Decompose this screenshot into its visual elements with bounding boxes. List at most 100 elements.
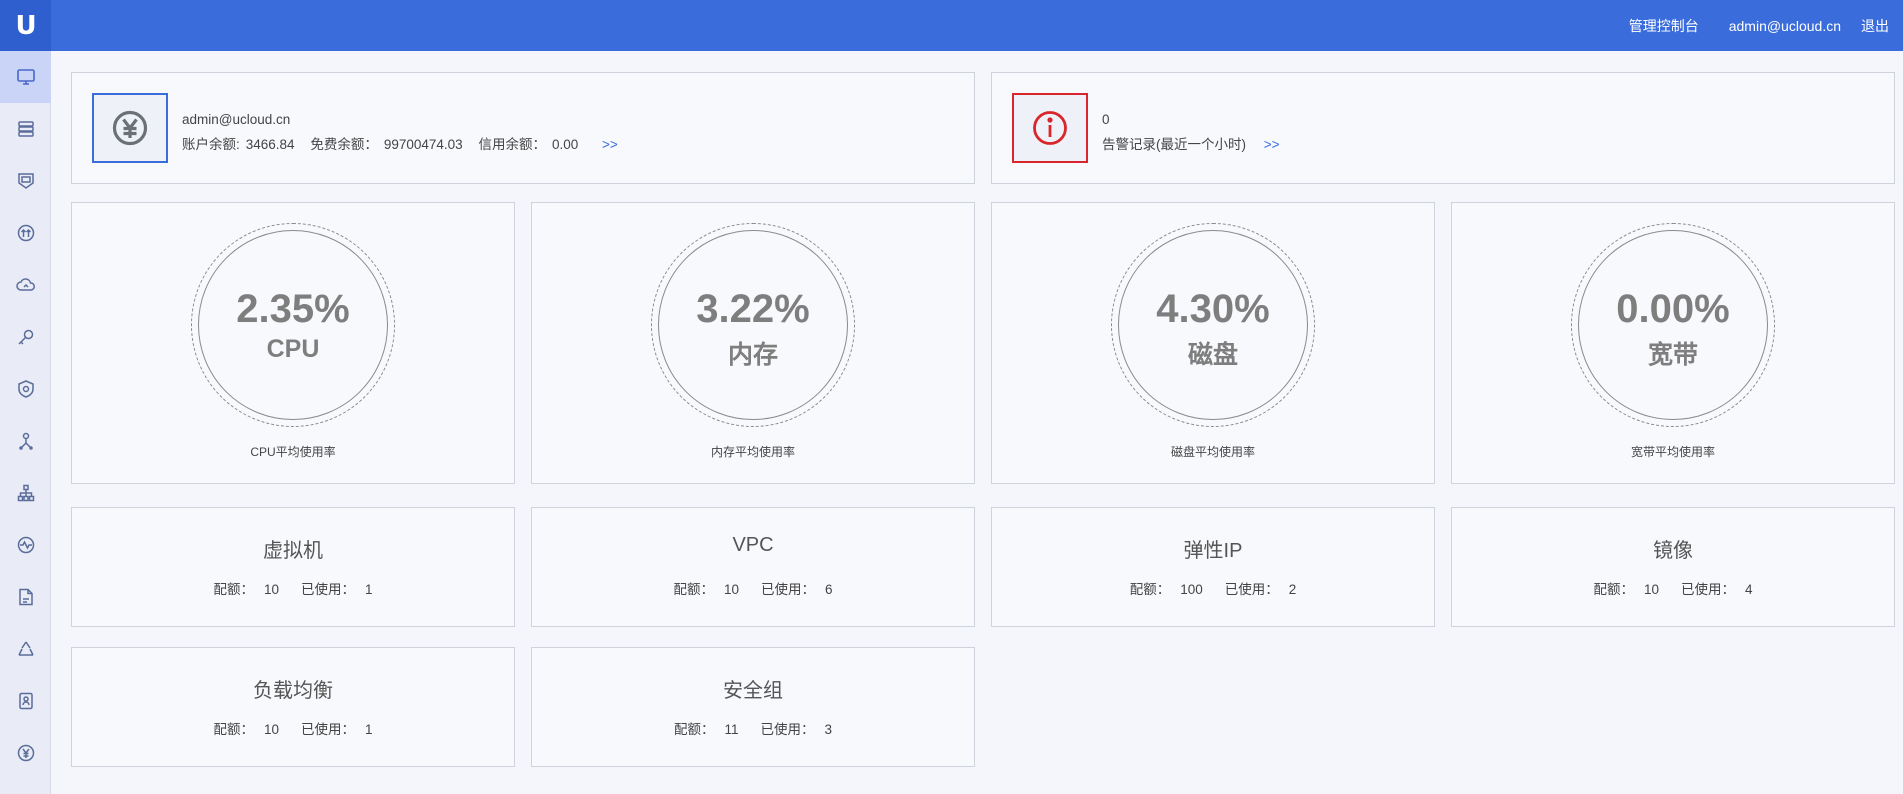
quota-label: 配额： [1593,582,1634,597]
used-value: 1 [365,582,373,597]
contact-card-icon [18,692,33,710]
quota-label: 配额： [673,582,714,597]
sidebar [0,51,51,794]
quota-card-vpc[interactable]: VPC 配额： 10 已使用： 6 [531,507,975,627]
cpu-gauge: 2.35% CPU [191,223,395,427]
quota-value: 11 [724,722,739,737]
alarm-more-link[interactable]: >> [1264,137,1280,152]
sidebar-item-billing[interactable] [0,727,51,779]
monitor-wave-icon [17,536,34,554]
quota-line: 配额： 10 已使用： 4 [1452,578,1894,598]
user-tree-icon [18,432,33,450]
free-balance-value: 99700474.03 [383,137,463,152]
used-label: 已使用： [761,582,815,597]
sidebar-item-storage[interactable] [0,103,51,155]
account-panel: admin@ucloud.cn 账户余额: 3466.84 免费余额： 997004… [71,72,975,184]
top-nav: 管理控制台 admin@ucloud.cn 退出 [1629,0,1889,51]
yuan-icon [112,110,148,146]
used-value: 1 [365,722,373,737]
sidebar-item-users[interactable] [0,415,51,467]
credit-balance-value: 0.00 [551,137,579,152]
disk-gauge: 4.30% 磁盘 [1111,223,1315,427]
used-label: 已使用： [301,722,355,737]
gauge-value: 4.30% [1156,287,1270,331]
bandwidth-gauge: 0.00% 宽带 [1571,223,1775,427]
top-bar: U 管理控制台 admin@ucloud.cn 退出 [0,0,1903,51]
sidebar-item-keys[interactable] [0,311,51,363]
gauge-value: 2.35% [236,287,350,331]
sidebar-item-overview[interactable] [0,51,51,103]
quota-card-image[interactable]: 镜像 配额： 10 已使用： 4 [1451,507,1895,627]
gauge-value: 0.00% [1616,287,1730,331]
sidebar-item-image[interactable] [0,155,51,207]
quota-card-load-balancer[interactable]: 负载均衡 配额： 10 已使用： 1 [71,647,515,767]
key-icon [17,329,33,345]
document-icon [18,588,33,606]
gauge-card-cpu: 2.35% CPU CPU平均使用率 [71,202,515,484]
quota-label: 配额： [213,722,254,737]
gauge-caption: 磁盘平均使用率 [1170,445,1255,459]
used-value: 2 [1288,582,1297,597]
gauge-caption: CPU平均使用率 [250,445,336,459]
used-label: 已使用： [1224,582,1279,597]
account-more-link[interactable]: >> [602,137,618,152]
sidebar-item-security[interactable] [0,363,51,415]
quota-line: 配额： 10 已使用： 6 [532,578,974,598]
recycle-icon [17,641,34,656]
sidebar-item-network[interactable] [0,207,51,259]
sidebar-item-contacts[interactable] [0,675,51,727]
logout-link[interactable]: 退出 [1861,16,1889,36]
sidebar-item-cloud[interactable] [0,259,51,311]
quota-line: 配额： 100 已使用： 2 [992,578,1434,598]
used-value: 3 [824,722,833,737]
gauge-name: CPU [266,335,320,363]
gauge-value: 3.22% [696,287,810,331]
gauge-name: 内存 [727,341,778,369]
network-icon [17,224,34,242]
quota-title: 镜像 [1653,540,1693,562]
quota-value: 10 [263,582,279,597]
quota-label: 配额： [213,582,254,597]
quota-title: 负载均衡 [253,680,333,702]
sidebar-item-monitor[interactable] [0,519,51,571]
sidebar-item-recycle[interactable] [0,623,51,675]
credit-balance-label: 信用余额： [478,137,546,152]
quota-label: 配额： [1129,582,1171,597]
balance-value: 3466.84 [245,137,295,152]
quota-value: 10 [263,722,279,737]
account-email: admin@ucloud.cn [182,112,291,127]
quota-value: 10 [1643,582,1659,597]
account-balances: 账户余额: 3466.84 免费余额： 99700474.03 信用余额： 0.00 … [182,132,624,157]
quota-line: 配额： 10 已使用： 1 [72,578,514,598]
quota-card-security-group[interactable]: 安全组 配额： 11 已使用： 3 [531,647,975,767]
alarm-tile [1012,93,1088,163]
logo-mark: U [15,10,36,41]
console-link[interactable]: 管理控制台 [1629,16,1699,36]
gauge-caption: 宽带平均使用率 [1630,445,1715,459]
quota-card-eip[interactable]: 弹性IP 配额： 100 已使用： 2 [991,507,1435,627]
sidebar-item-documents[interactable] [0,571,51,623]
storage-icon [17,121,34,137]
gauge-name: 宽带 [1647,341,1698,369]
gauge-card-disk: 4.30% 磁盘 磁盘平均使用率 [991,202,1435,484]
sidebar-item-topology[interactable] [0,467,51,519]
account-info: admin@ucloud.cn 账户余额: 3466.84 免费余额： 997004… [182,107,624,157]
gauge-caption: 内存平均使用率 [710,445,795,459]
user-menu[interactable]: admin@ucloud.cn [1729,18,1841,34]
quota-title: 弹性IP [1183,540,1243,562]
account-balance-tile [92,93,168,163]
yuan-icon [17,744,34,762]
memory-gauge: 3.22% 内存 [651,223,855,427]
quota-title: 安全组 [723,680,783,702]
used-label: 已使用： [301,582,355,597]
alarm-panel: 0 告警记录(最近一个小时) >> [991,72,1895,184]
quota-card-vm[interactable]: 虚拟机 配额： 10 已使用： 1 [71,507,515,627]
gauge-card-bandwidth: 0.00% 宽带 宽带平均使用率 [1451,202,1895,484]
ucloud-logo[interactable]: U [0,0,51,51]
used-label: 已使用： [760,722,815,737]
quota-title: VPC [732,534,774,556]
security-shield-icon [17,380,34,398]
quota-line: 配额： 10 已使用： 1 [72,718,514,738]
alarm-count: 0 [1102,112,1110,127]
info-alert-icon [1033,111,1067,145]
